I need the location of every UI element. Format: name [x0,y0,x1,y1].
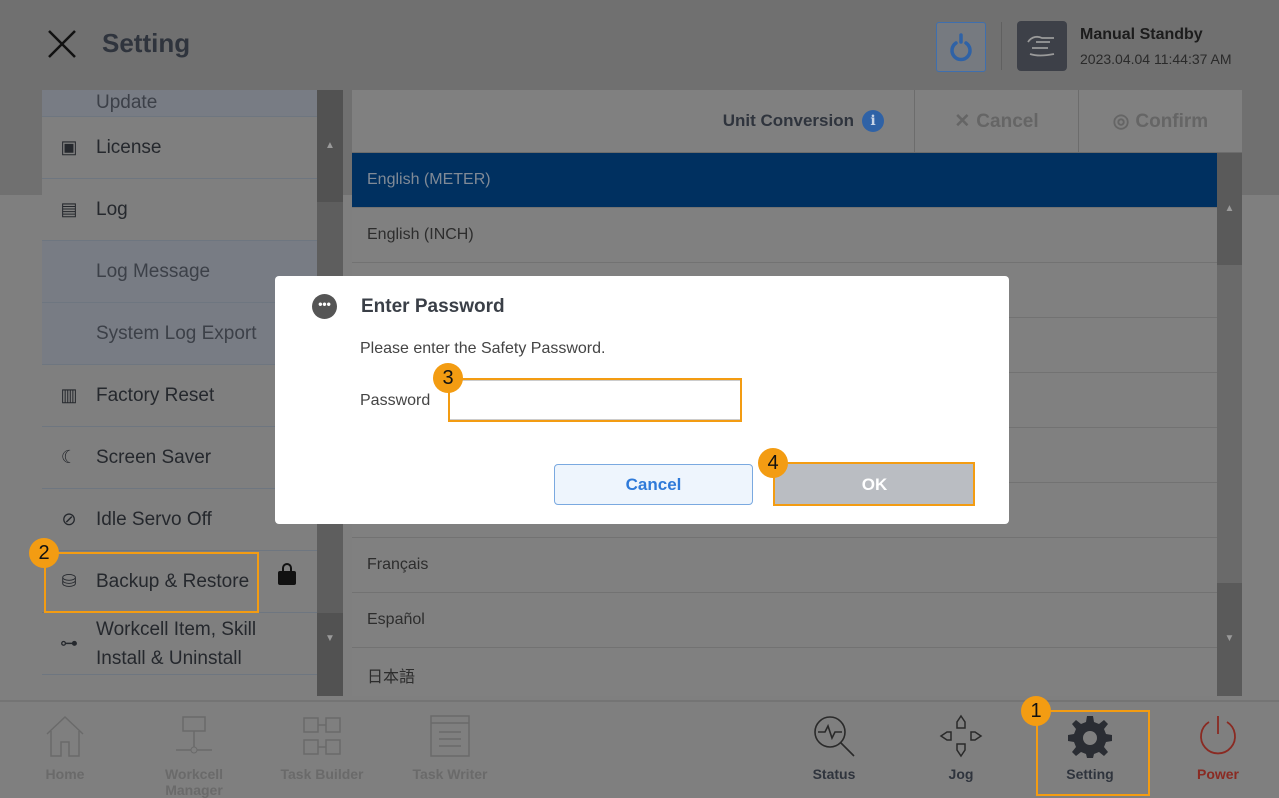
scroll-up-icon[interactable]: ▲ [1217,203,1242,214]
check-circle-icon: ◎ [1112,111,1130,132]
annotation-badge: 2 [29,538,59,568]
cancel-button[interactable]: ✕ Cancel [914,90,1078,153]
lock-icon [278,571,296,585]
moon-star-icon: ☾ [60,447,78,467]
sidebar-item-license[interactable]: ▣ License [42,117,317,179]
info-icon[interactable]: i [862,110,884,132]
annotation-badge: 1 [1021,696,1051,726]
panel-toolbar: Unit Conversion i ✕ Cancel ◎ Confirm [352,90,1242,153]
sidebar-item-update[interactable]: Update [42,90,317,117]
workcell-icon [176,716,212,754]
nav-jog[interactable]: Jog [903,714,1019,782]
password-input[interactable] [449,380,741,420]
manual-mode-hand-icon [1017,21,1067,71]
nav-task-builder[interactable]: Task Builder [264,714,380,782]
language-row[interactable]: Français [352,538,1217,593]
lock-shackle [282,563,292,573]
more-icon: ••• [312,294,337,319]
status-icon [814,716,855,757]
home-position-icon [950,33,972,62]
home-icon [46,715,84,757]
gear-icon [1068,716,1112,758]
home-position-button[interactable] [936,22,986,72]
unit-conversion[interactable]: Unit Conversion i [723,110,884,132]
dialog-message: Please enter the Safety Password. [360,340,606,357]
language-row[interactable]: English (INCH) [352,208,1217,263]
sidebar-item-backup-restore[interactable]: ⛁ Backup & Restore [42,551,317,613]
close-icon[interactable] [46,28,78,60]
sidebar-item-workcell-install[interactable]: ⊶ Workcell Item, Skill Install & Uninstal… [42,613,317,675]
task-writer-icon [430,715,470,757]
nav-task-writer[interactable]: Task Writer [392,714,508,782]
nav-home[interactable]: Home [7,714,123,782]
bottom-nav: Home Workcell Manager Task Builder Task … [0,700,1279,798]
power-icon [1200,716,1236,755]
enter-password-dialog: ••• Enter Password Please enter the Safe… [275,276,1009,524]
workcell-icon: ⊶ [60,633,78,653]
annotation-badge: 4 [758,448,788,478]
x-icon: ✕ [954,111,971,132]
dialog-ok-button[interactable]: OK [775,464,974,505]
password-label: Password [360,392,431,409]
language-row[interactable]: English (METER) [352,153,1217,208]
database-restore-icon: ⛁ [61,571,77,591]
page-title: Setting [102,28,191,58]
datetime: 2023.04.04 11:44:37 AM [1080,51,1232,67]
divider [1001,22,1002,70]
robot-mode: Manual Standby [1080,26,1203,43]
nav-power[interactable]: Power [1160,714,1276,782]
sidebar-scroll-down[interactable] [317,613,343,696]
scroll-up-icon[interactable]: ▲ [317,140,343,151]
dialog-cancel-button[interactable]: Cancel [554,464,753,505]
dialog-title: Enter Password [361,296,505,317]
language-row[interactable]: 日本語 [352,648,1217,696]
servo-off-icon: ⊘ [61,509,77,529]
nav-status[interactable]: Status [776,714,892,782]
annotation-badge: 3 [433,363,463,393]
factory-icon: ▥ [60,385,78,405]
task-builder-icon [303,717,341,755]
license-icon: ▣ [60,137,78,157]
log-icon: ▤ [60,199,78,219]
nav-workcell-manager[interactable]: Workcell Manager [136,714,252,798]
scroll-down-icon[interactable]: ▼ [1217,633,1242,644]
nav-setting[interactable]: Setting [1032,714,1148,782]
language-row[interactable]: Español [352,593,1217,648]
confirm-button[interactable]: ◎ Confirm [1078,90,1242,153]
jog-icon [939,714,983,758]
sidebar-item-log[interactable]: ▤ Log [42,179,317,241]
scroll-down-icon[interactable]: ▼ [317,633,343,644]
